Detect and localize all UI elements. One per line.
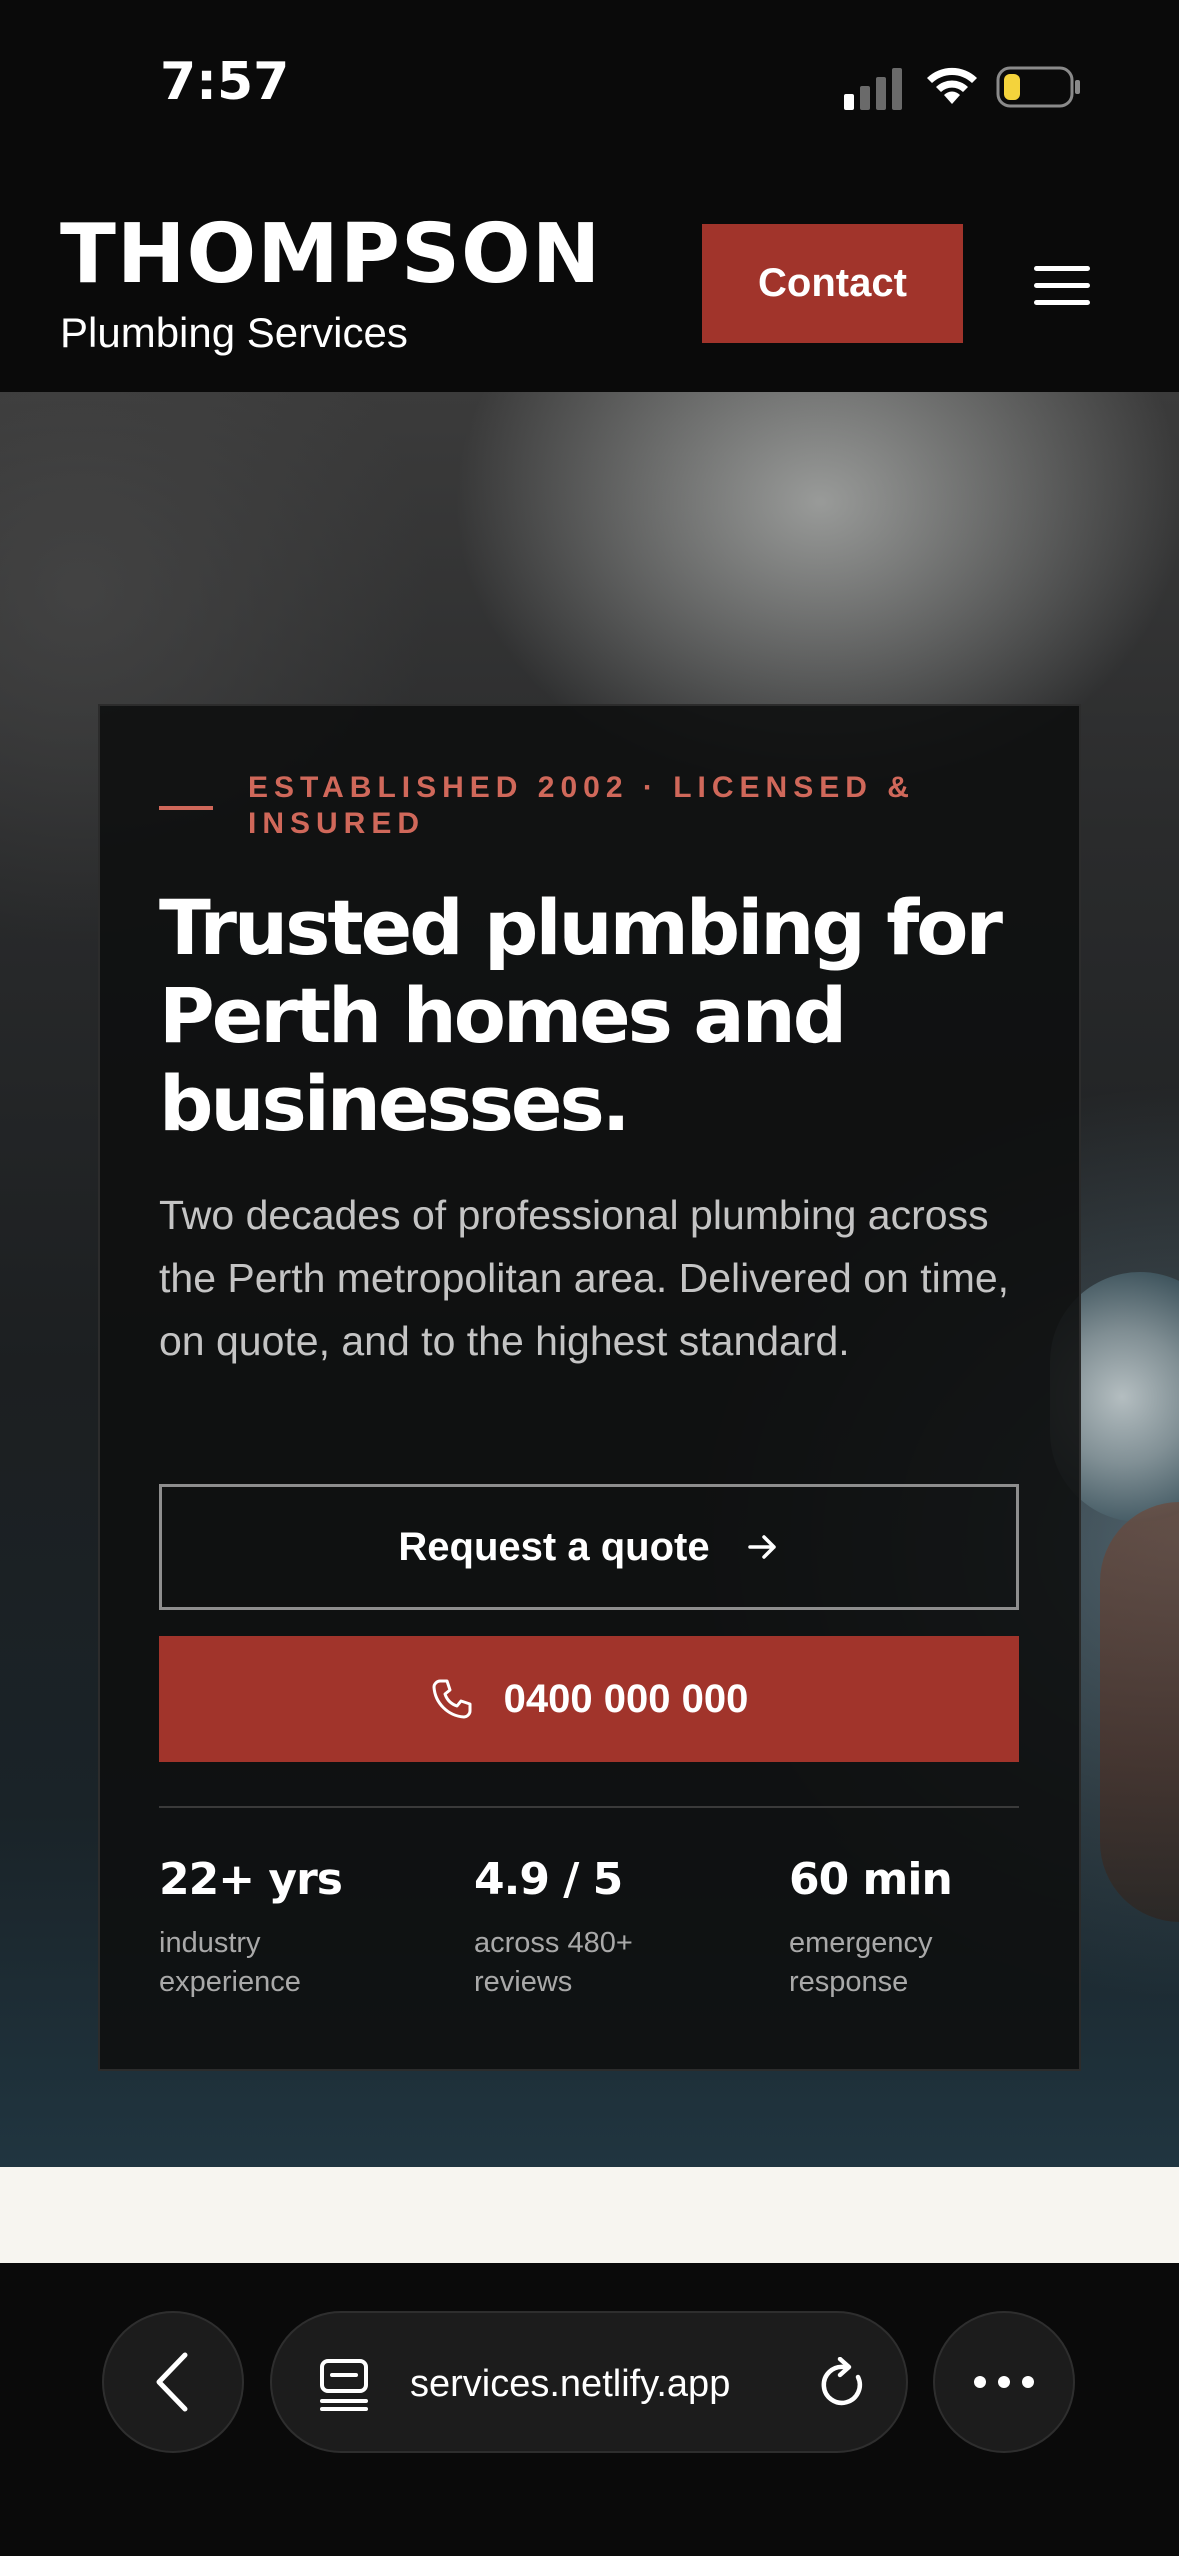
reload-icon[interactable] <box>818 2357 870 2411</box>
url-field[interactable]: services.netlify.app <box>270 2311 908 2453</box>
next-section <box>0 2167 1179 2263</box>
ellipsis-icon <box>974 2376 1034 2388</box>
brand-subtitle: Plumbing Services <box>60 309 408 356</box>
contact-button[interactable]: Contact <box>702 224 963 343</box>
stat-label: emergency response <box>789 1927 933 1998</box>
arrow-right-icon <box>747 1535 776 1559</box>
request-quote-label: Request a quote <box>398 1524 710 1569</box>
request-quote-button[interactable]: Request a quote <box>159 1484 1019 1610</box>
cellular-signal-icon <box>844 68 902 110</box>
tabs-icon[interactable] <box>318 2357 370 2413</box>
stat-value: 4.9 / 5 <box>474 1854 623 1905</box>
phone-icon <box>432 1679 472 1719</box>
brand-name[interactable]: THOMPSON <box>60 210 601 300</box>
stat-value: 60 min <box>789 1854 953 1905</box>
stat-emergency: 60 min emergency response <box>789 1852 1049 2002</box>
browser-toolbar: services.netlify.app <box>0 2263 1179 2556</box>
phone-number-label: 0400 000 000 <box>503 1676 749 1721</box>
hamburger-menu-icon[interactable] <box>1028 262 1096 310</box>
hero-title: Trusted plumbing for Perth homes and bus… <box>159 883 1003 1148</box>
stat-value: 22+ yrs <box>159 1854 343 1905</box>
site-header: THOMPSON Plumbing Services Contact <box>0 170 1179 392</box>
eyebrow-line <box>159 806 213 810</box>
chevron-left-icon <box>156 2352 188 2412</box>
battery-icon <box>996 66 1080 108</box>
status-bar: 7:57 <box>0 0 1179 170</box>
hero-description: Two decades of professional plumbing acr… <box>159 1192 1010 1364</box>
hero-background-hand <box>1100 1502 1179 1922</box>
call-phone-button[interactable]: 0400 000 000 <box>159 1636 1019 1762</box>
status-time: 7:57 <box>160 52 290 112</box>
stats-divider <box>159 1806 1019 1808</box>
url-text: services.netlify.app <box>410 2363 731 2405</box>
stat-reviews: 4.9 / 5 across 480+ reviews <box>474 1852 734 2002</box>
wifi-icon <box>927 67 977 104</box>
stat-label: across 480+ reviews <box>474 1927 633 1998</box>
back-button[interactable] <box>102 2311 244 2453</box>
more-options-button[interactable] <box>933 2311 1075 2453</box>
hero-eyebrow: ESTABLISHED 2002 · LICENSED & INSURED <box>248 771 915 840</box>
stat-experience: 22+ yrs industry experience <box>159 1852 419 2002</box>
stat-label: industry experience <box>159 1927 301 1998</box>
